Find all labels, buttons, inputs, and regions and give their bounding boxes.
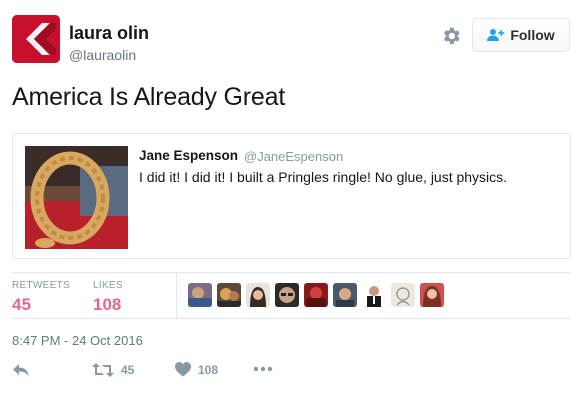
retweet-icon (92, 363, 114, 377)
retweets-count: 45 (12, 295, 31, 314)
liker-avatar[interactable] (275, 283, 299, 307)
follow-label: Follow (510, 27, 555, 43)
stats-separator (176, 272, 177, 318)
more-icon (253, 366, 273, 372)
reply-button[interactable] (12, 362, 30, 378)
tweet-timestamp[interactable]: 8:47 PM - 24 Oct 2016 (12, 333, 143, 348)
liker-avatar[interactable] (391, 283, 415, 307)
quoted-tweet-text: I did it! I did it! I built a Pringles r… (139, 169, 508, 185)
likers-avatars (188, 283, 444, 307)
like-button[interactable]: 108 (175, 362, 218, 377)
like-count: 108 (198, 362, 219, 377)
tweet-text: America Is Already Great (12, 83, 286, 111)
liker-avatar[interactable] (420, 283, 444, 307)
tweet-actions: 45 108 (12, 362, 312, 384)
retweet-button[interactable]: 45 (92, 362, 134, 378)
divider-top (12, 272, 571, 273)
reply-icon (13, 364, 29, 376)
divider-bottom (12, 318, 571, 319)
retweets-label: RETWEETS (12, 280, 70, 291)
liker-avatar[interactable] (362, 283, 386, 307)
liker-avatar[interactable] (246, 283, 270, 307)
gear-icon[interactable] (440, 25, 462, 47)
user-name[interactable]: laura olin (69, 23, 149, 44)
likes-count: 108 (93, 295, 122, 314)
quoted-user-name: Jane Espenson (139, 148, 239, 163)
likes-stat[interactable]: LIKES 108 (93, 280, 123, 315)
user-handle[interactable]: @lauraolin (69, 47, 136, 63)
follow-person-icon (487, 29, 505, 41)
liker-avatar[interactable] (333, 283, 357, 307)
quoted-tweet[interactable]: Jane Espenson @JaneEspenson I did it! I … (12, 133, 571, 259)
quoted-user-handle: @JaneEspenson (244, 149, 344, 164)
user-avatar[interactable] (12, 15, 60, 63)
follow-button[interactable]: Follow (472, 18, 570, 52)
avatar-logo-icon (12, 15, 60, 63)
liker-avatar[interactable] (217, 283, 241, 307)
retweets-stat[interactable]: RETWEETS 45 (12, 280, 70, 315)
more-button[interactable] (253, 366, 273, 372)
liker-avatar[interactable] (304, 283, 328, 307)
retweet-count: 45 (121, 363, 135, 377)
liker-avatar[interactable] (188, 283, 212, 307)
quoted-tweet-image[interactable] (25, 146, 128, 249)
likes-label: LIKES (93, 280, 123, 291)
heart-icon (175, 362, 191, 377)
